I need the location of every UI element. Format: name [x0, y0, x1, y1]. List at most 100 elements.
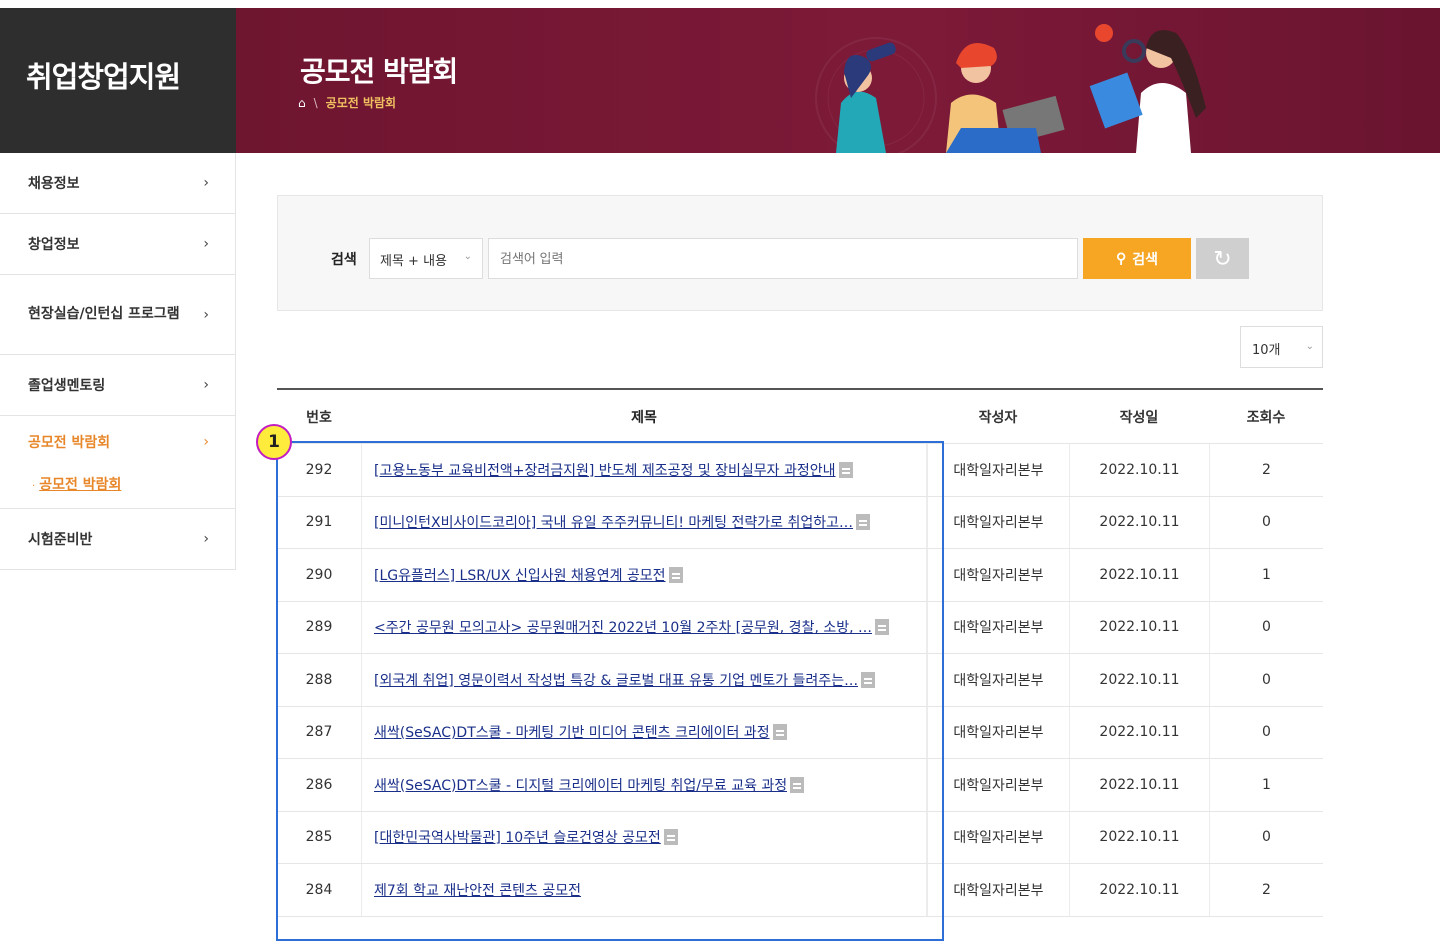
- row-author: 대학일자리본부: [927, 601, 1069, 653]
- row-num: 292: [305, 461, 333, 478]
- row-date: 2022.10.11: [1069, 706, 1209, 758]
- search-scope-select[interactable]: 제목 + 내용 ⌄: [369, 238, 483, 279]
- row-date: 2022.10.11: [1069, 496, 1209, 548]
- row-num: 288: [305, 671, 333, 688]
- board-table: 번호 제목 작성자 작성일 조회수 292 [고용노동부 교육비전액+장려금지원]…: [277, 388, 1323, 917]
- breadcrumb: ⌂ \ 공모전 박람회: [298, 94, 396, 111]
- sidebar-title: 취업창업지원: [0, 8, 236, 153]
- row-title-link[interactable]: [LG유플러스] LSR/UX 신입사원 채용연계 공모전: [374, 565, 666, 585]
- banner-illustration: [815, 24, 1206, 153]
- search-scope-value: 제목 + 내용: [380, 254, 447, 269]
- table-header: 번호 제목 작성자 작성일 조회수: [277, 390, 1323, 444]
- row-date: 2022.10.11: [1069, 444, 1209, 496]
- chevron-right-icon: ›: [203, 175, 209, 191]
- sidebar-item-exam[interactable]: 시험준비반 ›: [0, 509, 235, 570]
- row-date: 2022.10.11: [1069, 864, 1209, 916]
- attachment-icon: [838, 461, 853, 478]
- sidebar-item-label: 현장실습/인턴십 프로그램: [28, 306, 180, 322]
- row-title-cell: [고용노동부 교육비전액+장려금지원] 반도체 제조공정 및 장비실무자 과정안…: [361, 444, 927, 496]
- sidebar-item-internship[interactable]: 현장실습/인턴십 프로그램 ›: [0, 275, 235, 355]
- attachment-icon: [772, 724, 787, 741]
- row-views: 2: [1209, 444, 1323, 496]
- row-title-cell: [LG유플러스] LSR/UX 신입사원 채용연계 공모전: [361, 549, 927, 601]
- row-author: 대학일자리본부: [927, 759, 1069, 811]
- row-views: 0: [1209, 601, 1323, 653]
- row-title-link[interactable]: [고용노동부 교육비전액+장려금지원] 반도체 제조공정 및 장비실무자 과정안…: [374, 460, 836, 480]
- row-author: 대학일자리본부: [927, 549, 1069, 601]
- header-author: 작성자: [978, 409, 1018, 426]
- row-num: 284: [305, 881, 333, 898]
- row-views: 0: [1209, 496, 1323, 548]
- row-num: 290: [305, 566, 333, 583]
- row-views: 0: [1209, 811, 1323, 863]
- header-date: 작성일: [1119, 409, 1159, 426]
- sidebar-item-contest[interactable]: 공모전 박람회 ›: [0, 416, 235, 468]
- row-title-cell: [대한민국역사박물관] 10주년 슬로건영상 공모전: [361, 811, 927, 863]
- row-num: 285: [305, 829, 333, 846]
- chevron-right-icon: ›: [203, 236, 209, 252]
- header-views: 조회수: [1246, 409, 1286, 426]
- row-date: 2022.10.11: [1069, 601, 1209, 653]
- row-author: 대학일자리본부: [927, 811, 1069, 863]
- row-num: 287: [305, 724, 333, 741]
- attachment-icon: [668, 566, 683, 583]
- sidebar-subitem-contest: · 공모전 박람회: [0, 468, 235, 509]
- row-date: 2022.10.11: [1069, 811, 1209, 863]
- row-author: 대학일자리본부: [927, 444, 1069, 496]
- search-button[interactable]: ⚲ 검색: [1083, 238, 1191, 279]
- top-strip: [0, 0, 1440, 8]
- table-row: 286 새싹(SeSAC)DT스쿨 - 디지털 크리에이터 마케팅 취업/무료 교…: [277, 759, 1323, 812]
- sidebar-item-label: 채용정보: [28, 176, 80, 192]
- sidebar-item-label: 공모전 박람회: [28, 435, 111, 451]
- row-title-link[interactable]: [대한민국역사박물관] 10주년 슬로건영상 공모전: [374, 827, 661, 847]
- search-panel: 검색 제목 + 내용 ⌄ ⚲ 검색 ↻: [277, 195, 1323, 311]
- header-title: 제목: [631, 409, 657, 426]
- row-views: 1: [1209, 549, 1323, 601]
- page-title: 공모전 박람회: [300, 55, 458, 88]
- sidebar-item-label: 창업정보: [28, 237, 80, 253]
- row-title-link[interactable]: [미니인턴X비사이드코리아] 국내 유일 주주커뮤니티! 마케팅 전략가로 취업…: [374, 512, 853, 532]
- sidebar-item-mentoring[interactable]: 졸업생멘토링 ›: [0, 355, 235, 416]
- chevron-right-icon: ›: [203, 531, 209, 547]
- sidebar-item-label: 졸업생멘토링: [28, 378, 106, 394]
- row-title-cell: 새싹(SeSAC)DT스쿨 - 디지털 크리에이터 마케팅 취업/무료 교육 과…: [361, 759, 927, 811]
- row-title-link[interactable]: 새싹(SeSAC)DT스쿨 - 디지털 크리에이터 마케팅 취업/무료 교육 과…: [374, 775, 787, 795]
- search-label: 검색: [331, 252, 357, 268]
- row-title-link[interactable]: <주간 공무원 모의고사> 공무원매거진 2022년 10월 2주차 [공무원,…: [374, 617, 872, 637]
- row-num: 289: [305, 619, 333, 636]
- row-date: 2022.10.11: [1069, 549, 1209, 601]
- table-row: 291 [미니인턴X비사이드코리아] 국내 유일 주주커뮤니티! 마케팅 전략가로…: [277, 496, 1323, 549]
- row-title-cell: 새싹(SeSAC)DT스쿨 - 마케팅 기반 미디어 콘텐츠 크리에이터 과정: [361, 706, 927, 758]
- row-views: 0: [1209, 706, 1323, 758]
- sidebar-subitem-link[interactable]: 공모전 박람회: [39, 477, 121, 493]
- breadcrumb-current: 공모전 박람회: [325, 96, 397, 110]
- attachment-icon: [875, 619, 890, 636]
- search-input[interactable]: [488, 238, 1078, 279]
- row-views: 0: [1209, 654, 1323, 706]
- chevron-down-icon: ⌄: [1305, 341, 1314, 352]
- row-title-link[interactable]: [외국계 취업] 영문이력서 작성법 특강 & 글로벌 대표 유통 기업 멘토가…: [374, 670, 858, 690]
- page-size-select[interactable]: 10개 ⌄: [1240, 326, 1323, 368]
- table-row: 284 제7회 학교 재난안전 콘텐츠 공모전 대학일자리본부 2022.10.11 2: [277, 864, 1323, 917]
- row-views: 1: [1209, 759, 1323, 811]
- table-row: 285 [대한민국역사박물관] 10주년 슬로건영상 공모전 대학일자리본부 2022…: [277, 811, 1323, 864]
- row-author: 대학일자리본부: [927, 864, 1069, 916]
- attachment-icon: [663, 829, 678, 846]
- row-title-link[interactable]: 새싹(SeSAC)DT스쿨 - 마케팅 기반 미디어 콘텐츠 크리에이터 과정: [374, 722, 770, 742]
- home-icon[interactable]: ⌂: [298, 96, 306, 110]
- page-banner: 공모전 박람회 ⌂ \ 공모전 박람회: [236, 8, 1440, 153]
- sidebar-item-jobs[interactable]: 채용정보 ›: [0, 153, 235, 214]
- row-author: 대학일자리본부: [927, 654, 1069, 706]
- table-row: 290 [LG유플러스] LSR/UX 신입사원 채용연계 공모전 대학일자리본부 2…: [277, 549, 1323, 602]
- reset-button[interactable]: ↻: [1196, 238, 1249, 279]
- search-icon: ⚲: [1115, 250, 1127, 266]
- row-title-link[interactable]: 제7회 학교 재난안전 콘텐츠 공모전: [374, 880, 581, 900]
- row-date: 2022.10.11: [1069, 759, 1209, 811]
- chevron-right-icon: ›: [203, 377, 209, 393]
- header-num: 번호: [306, 409, 332, 426]
- breadcrumb-separator: \: [313, 95, 318, 110]
- sidebar-item-startup[interactable]: 창업정보 ›: [0, 214, 235, 275]
- sidebar-item-label: 시험준비반: [28, 532, 93, 548]
- row-title-cell: 제7회 학교 재난안전 콘텐츠 공모전: [361, 864, 927, 916]
- row-title-cell: [외국계 취업] 영문이력서 작성법 특강 & 글로벌 대표 유통 기업 멘토가…: [361, 654, 927, 706]
